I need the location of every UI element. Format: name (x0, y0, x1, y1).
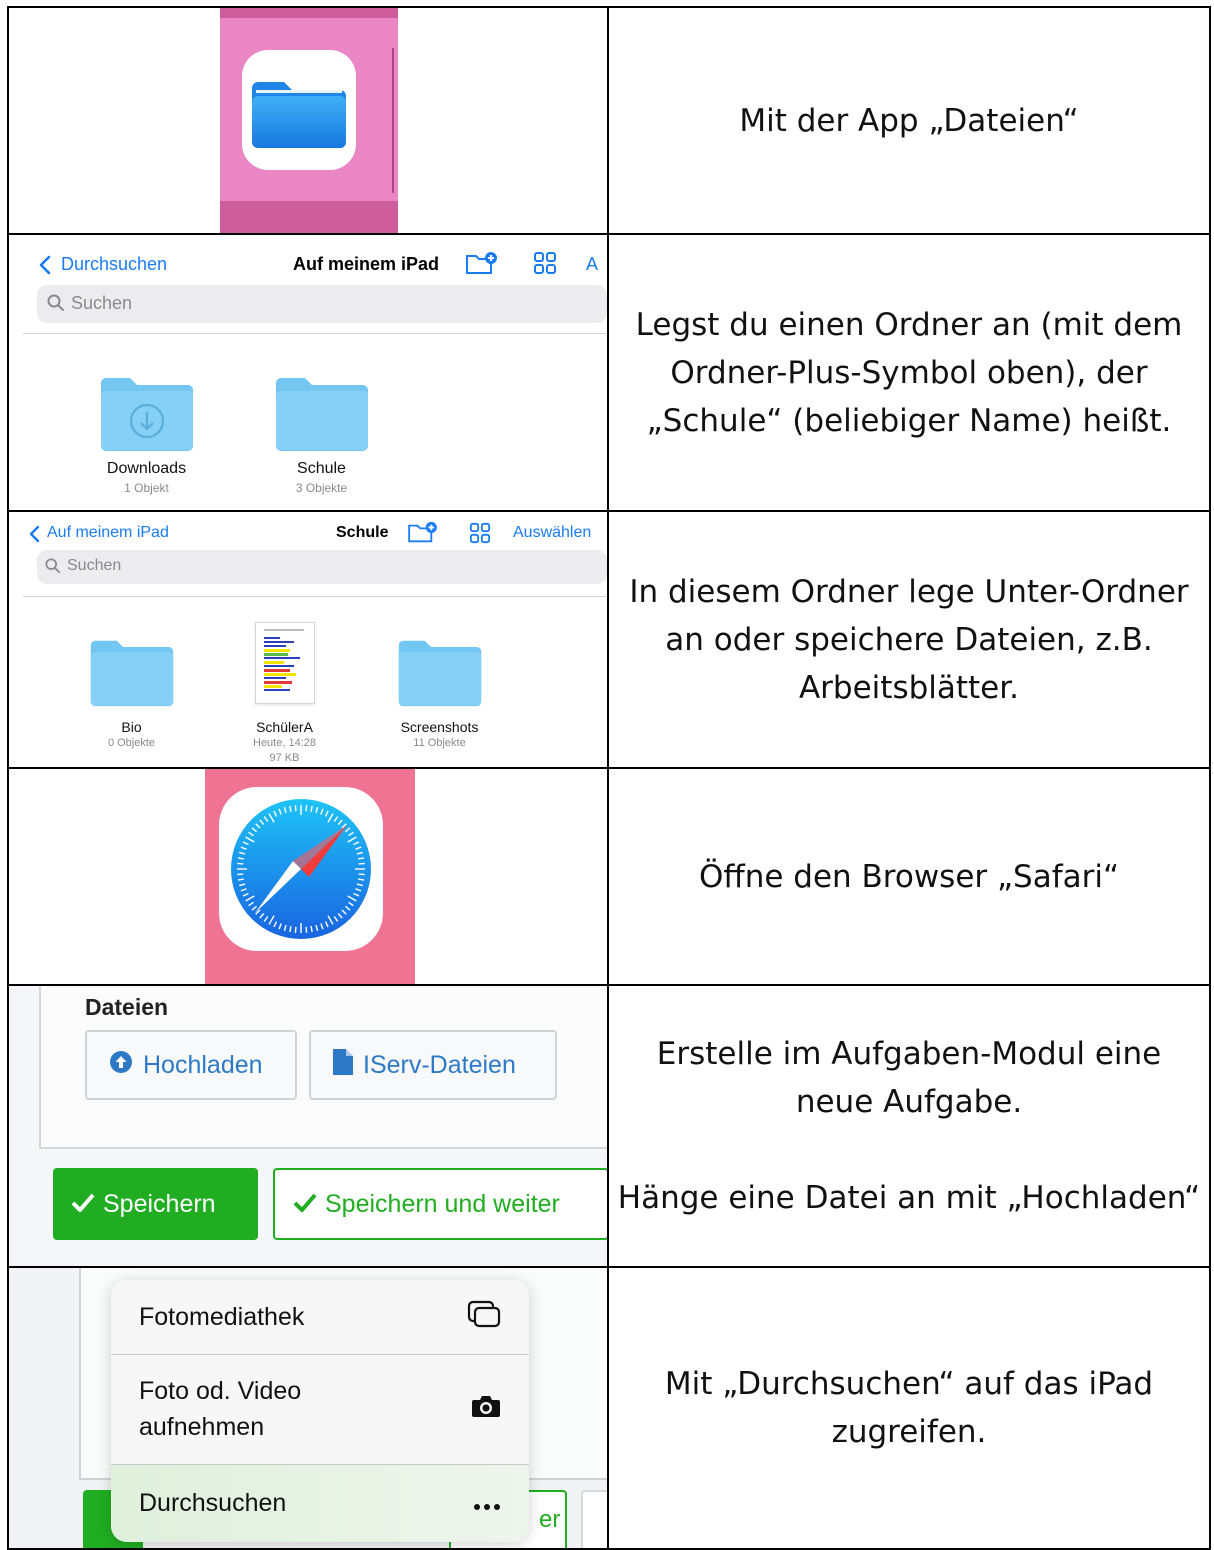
check-icon (293, 1190, 317, 1219)
upload-source-menu: Fotomediathek Foto od. Video aufnehmen D… (111, 1280, 529, 1542)
item-meta: 11 Objekte (413, 737, 466, 749)
search-input[interactable]: Suchen (37, 550, 606, 584)
files-schule-screenshot-cell: Auf meinem iPad Schule Auswählen Suchen (7, 510, 609, 769)
iserv-task-form: Dateien Hochladen IServ-Dateien Speicher… (10, 987, 606, 1265)
camera-icon (471, 1394, 501, 1425)
files-root-screenshot-cell: Durchsuchen Auf meinem iPad A Suchen Dow… (7, 233, 609, 512)
iserv-screenshot-cell: Dateien Hochladen IServ-Dateien Speicher… (7, 984, 609, 1268)
grid-view-icon[interactable] (469, 522, 491, 549)
section-title: Dateien (85, 994, 169, 1020)
back-button[interactable]: Durchsuchen (61, 254, 167, 275)
save-button[interactable]: Speichern (53, 1168, 258, 1240)
upload-icon (109, 1050, 133, 1081)
new-folder-icon[interactable] (465, 251, 499, 282)
ios-menu-screenshot-cell: er Fotomediathek Foto od. Video aufnehme… (7, 1266, 609, 1550)
files-app-image-cell (7, 6, 609, 235)
folder-schule[interactable] (274, 375, 370, 458)
item-label: Bio (121, 719, 142, 735)
files-root-screenshot: Durchsuchen Auf meinem iPad A Suchen Dow… (10, 236, 606, 509)
file-icon (333, 1048, 353, 1082)
folder-downloads[interactable] (99, 375, 195, 458)
step-text-6: Mit „Durchsuchen“ auf das iPad zugreifen… (607, 1266, 1211, 1550)
back-chevron-icon[interactable] (29, 525, 40, 548)
step-text-3: In diesem Ordner lege Unter-Ordner an od… (607, 510, 1211, 769)
folder-meta: 1 Objekt (124, 481, 169, 495)
files-app-icon-background (220, 9, 398, 232)
document-thumbnail[interactable] (255, 622, 315, 704)
compass-tick (305, 926, 308, 933)
ios-picker-screenshot: er Fotomediathek Foto od. Video aufnehme… (10, 1269, 606, 1547)
folder-meta: 3 Objekte (295, 481, 348, 495)
item-label: SchülerA (256, 719, 313, 735)
instruction-table: Mit der App „Dateien“ Durchsuchen Auf me… (7, 6, 1211, 1550)
safari-image-cell (7, 767, 609, 986)
step-text-5: Erstelle im Aufgaben-Modul eine neue Auf… (607, 984, 1211, 1268)
iserv-files-button[interactable]: IServ-Dateien (309, 1030, 557, 1100)
folder-screenshots[interactable] (397, 638, 483, 713)
step-text-4: Öffne den Browser „Safari“ (607, 767, 1211, 986)
folder-bio[interactable] (89, 638, 175, 713)
compass-tick (358, 862, 365, 865)
search-icon (47, 294, 65, 317)
select-button-cut[interactable]: A (586, 254, 598, 275)
item-size: 97 KB (269, 752, 300, 764)
files-schule-screenshot: Auf meinem iPad Schule Auswählen Suchen (10, 513, 606, 766)
select-button[interactable]: Auswählen (513, 524, 591, 542)
compass-tick (237, 862, 244, 865)
compass-tick (294, 805, 297, 812)
item-meta: Heute, 14:28 (253, 737, 316, 749)
page-title: Schule (336, 524, 389, 541)
menu-item-browse[interactable]: Durchsuchen (111, 1465, 529, 1542)
menu-item-photo-library[interactable]: Fotomediathek (111, 1280, 529, 1354)
upload-button[interactable]: Hochladen (85, 1030, 297, 1100)
menu-item-take-photo[interactable]: Foto od. Video aufnehmen (111, 1355, 529, 1463)
item-meta: 0 Objekte (107, 737, 156, 749)
compass-tick (294, 926, 297, 933)
new-folder-icon[interactable] (407, 521, 439, 550)
search-input[interactable]: Suchen (37, 285, 606, 323)
compass-tick (358, 873, 365, 876)
files-app-icon (242, 50, 356, 170)
more-icon (473, 1489, 501, 1518)
compass-tick (305, 805, 308, 812)
step-text-1: Mit der App „Dateien“ (607, 6, 1211, 235)
folder-label: Schule (297, 460, 346, 477)
search-icon (45, 558, 61, 579)
step-text-2: Legst du einen Ordner an (mit dem Ordner… (607, 233, 1211, 512)
safari-app-icon (219, 787, 383, 951)
safari-icon-background (205, 770, 415, 983)
save-and-continue-button[interactable]: Speichern und weiter (273, 1168, 606, 1240)
compass-tick (237, 873, 244, 876)
back-button[interactable]: Auf meinem iPad (47, 524, 169, 542)
photo-library-icon (467, 1300, 501, 1335)
page-title: Auf meinem iPad (293, 254, 440, 274)
folder-label: Downloads (106, 460, 187, 477)
back-chevron-icon[interactable] (39, 255, 51, 280)
check-icon (71, 1190, 95, 1219)
grid-view-icon[interactable] (533, 251, 557, 280)
item-label: Screenshots (400, 719, 479, 735)
